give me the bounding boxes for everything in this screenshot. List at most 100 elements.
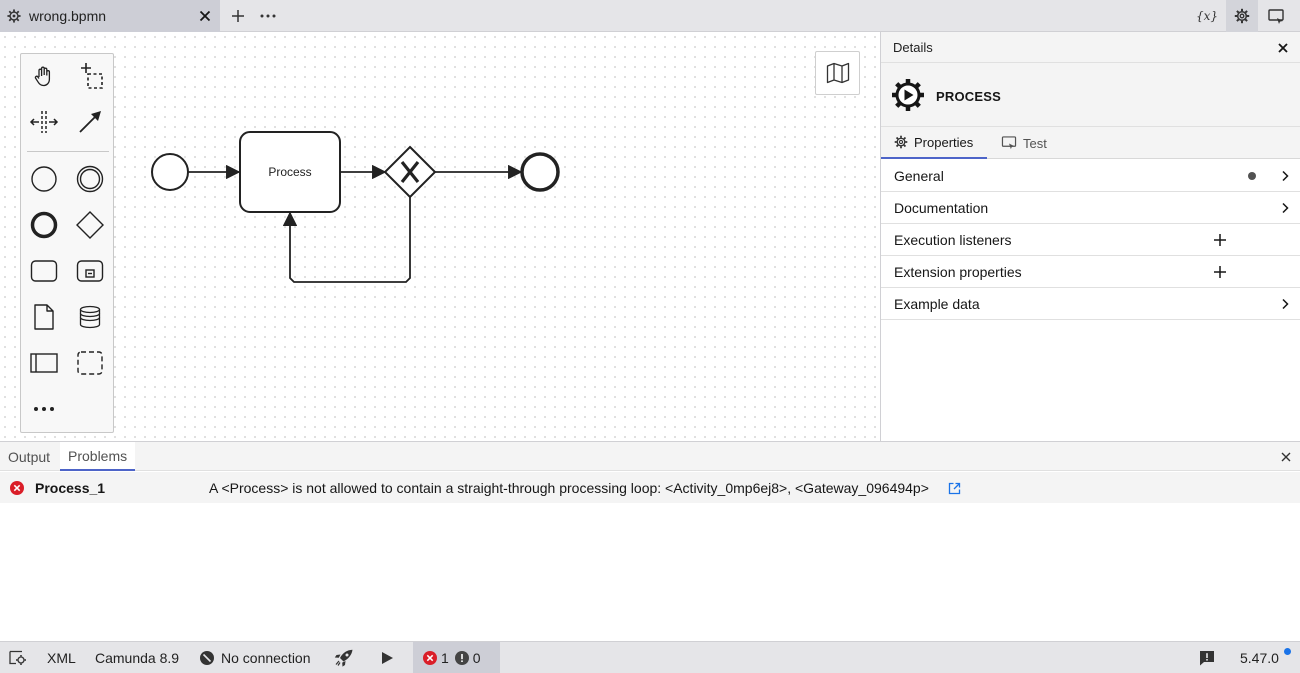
toggle-panel-button[interactable] bbox=[1265, 6, 1287, 26]
create-task[interactable] bbox=[27, 254, 61, 288]
xml-view-button[interactable]: XML bbox=[47, 642, 76, 673]
variables-button[interactable]: {x} bbox=[1196, 6, 1218, 26]
external-link-icon[interactable] bbox=[948, 482, 961, 495]
task-process[interactable] bbox=[239, 131, 341, 213]
bottom-tabs: Output Problems bbox=[0, 442, 1300, 471]
panel-settings-icon bbox=[9, 650, 26, 665]
chevron-right-icon bbox=[1282, 298, 1289, 310]
connection-label: No connection bbox=[221, 649, 311, 666]
task-icon bbox=[30, 260, 58, 282]
create-data-store[interactable] bbox=[73, 300, 107, 334]
group-execution-listeners[interactable]: Execution listeners bbox=[881, 224, 1300, 256]
bottom-panel: Output Problems Process_1 A <Process> is… bbox=[0, 441, 1300, 641]
create-group[interactable] bbox=[73, 346, 107, 380]
subprocess-icon bbox=[76, 260, 104, 282]
feedback-button[interactable] bbox=[1199, 642, 1215, 673]
bpmn-file-icon bbox=[7, 9, 21, 23]
palette-separator bbox=[27, 151, 109, 152]
diagram-canvas[interactable] bbox=[0, 32, 880, 441]
chevron-right-icon bbox=[1282, 170, 1289, 182]
gear-icon bbox=[1234, 8, 1250, 24]
more-tabs-button[interactable] bbox=[257, 6, 279, 26]
play-icon bbox=[382, 651, 393, 664]
close-tab-icon[interactable] bbox=[198, 9, 212, 23]
toggle-panels-button[interactable] bbox=[9, 642, 27, 673]
minimap-toggle-button[interactable] bbox=[815, 51, 860, 95]
run-button[interactable] bbox=[380, 642, 394, 673]
panel-tabs: Properties Test bbox=[881, 127, 1300, 159]
create-data-object[interactable] bbox=[27, 300, 61, 334]
version-label: 5.47.0 bbox=[1240, 649, 1279, 666]
create-pool[interactable] bbox=[27, 346, 61, 380]
create-subprocess[interactable] bbox=[73, 254, 107, 288]
group-general[interactable]: General bbox=[881, 160, 1300, 192]
global-connect-tool[interactable] bbox=[73, 105, 107, 139]
create-start-event[interactable] bbox=[27, 162, 61, 196]
group-documentation[interactable]: Documentation bbox=[881, 192, 1300, 224]
data-object-icon bbox=[34, 304, 54, 330]
space-tool[interactable] bbox=[27, 105, 61, 139]
status-bar: XML Camunda 8.9 No connection 1 0 5.47.0 bbox=[0, 641, 1300, 673]
warning-count: 0 bbox=[472, 649, 481, 666]
rocket-icon bbox=[334, 649, 353, 667]
end-event[interactable] bbox=[520, 152, 560, 192]
deploy-button[interactable] bbox=[334, 642, 354, 673]
pool-icon bbox=[30, 353, 58, 373]
process-icon bbox=[892, 79, 924, 111]
tab-problems[interactable]: Problems bbox=[60, 442, 136, 471]
lasso-icon bbox=[81, 63, 103, 89]
group-example-data[interactable]: Example data bbox=[881, 288, 1300, 320]
panel-toggle-icon bbox=[1268, 8, 1284, 24]
problem-element-id: Process_1 bbox=[35, 480, 106, 496]
group-example-data-label: Example data bbox=[894, 296, 980, 312]
lasso-tool[interactable] bbox=[73, 59, 107, 93]
plus-icon[interactable] bbox=[1213, 265, 1227, 279]
map-icon bbox=[826, 62, 849, 84]
more-elements-button[interactable] bbox=[27, 392, 61, 426]
chevron-right-icon bbox=[1282, 202, 1289, 214]
problem-message: A <Process> is not allowed to contain a … bbox=[209, 480, 929, 496]
engine-version-button[interactable]: Camunda 8.9 bbox=[95, 642, 179, 673]
tab-test[interactable]: Test bbox=[997, 127, 1067, 159]
problems-counter[interactable]: 1 0 bbox=[413, 642, 500, 673]
group-execution-listeners-label: Execution listeners bbox=[894, 232, 1012, 248]
more-horizontal-icon bbox=[260, 14, 276, 18]
hand-tool[interactable] bbox=[27, 59, 61, 93]
entity-type-label: PROCESS bbox=[936, 89, 1001, 104]
close-icon[interactable] bbox=[1280, 451, 1292, 463]
settings-button[interactable] bbox=[1226, 0, 1258, 32]
plus-icon[interactable] bbox=[1213, 233, 1227, 247]
hand-icon bbox=[34, 66, 51, 87]
version-button[interactable]: 5.47.0 bbox=[1240, 642, 1291, 673]
error-icon bbox=[10, 481, 24, 495]
problem-row[interactable]: Process_1 A <Process> is not allowed to … bbox=[0, 472, 1300, 503]
test-icon bbox=[1001, 136, 1017, 150]
feedback-icon bbox=[1200, 650, 1214, 665]
create-intermediate-event[interactable] bbox=[73, 162, 107, 196]
data-store-icon bbox=[79, 305, 101, 329]
start-event-icon bbox=[31, 166, 57, 192]
start-event[interactable] bbox=[151, 153, 189, 191]
tab-properties-label: Properties bbox=[914, 134, 974, 150]
plus-icon bbox=[232, 10, 244, 22]
space-tool-icon bbox=[29, 111, 59, 133]
group-documentation-label: Documentation bbox=[894, 200, 989, 216]
new-tab-button[interactable] bbox=[227, 6, 249, 26]
error-count: 1 bbox=[441, 649, 449, 666]
error-icon bbox=[423, 650, 437, 665]
panel-header: Details bbox=[881, 32, 1300, 63]
tab-output[interactable]: Output bbox=[8, 442, 50, 471]
group-extension-properties-label: Extension properties bbox=[894, 264, 1022, 280]
no-connection-icon bbox=[200, 650, 214, 665]
create-end-event[interactable] bbox=[27, 208, 61, 242]
tab-bar: wrong.bpmn {x} bbox=[0, 0, 1300, 32]
create-gateway[interactable] bbox=[73, 208, 107, 242]
group-extension-properties[interactable]: Extension properties bbox=[881, 256, 1300, 288]
close-icon[interactable] bbox=[1276, 41, 1290, 55]
file-tab[interactable]: wrong.bpmn bbox=[0, 0, 220, 32]
tab-properties[interactable]: Properties bbox=[881, 127, 987, 159]
connection-status[interactable]: No connection bbox=[200, 642, 311, 673]
variables-icon: {x} bbox=[1195, 9, 1219, 23]
end-event-icon bbox=[30, 211, 58, 239]
more-horizontal-icon bbox=[34, 407, 54, 411]
